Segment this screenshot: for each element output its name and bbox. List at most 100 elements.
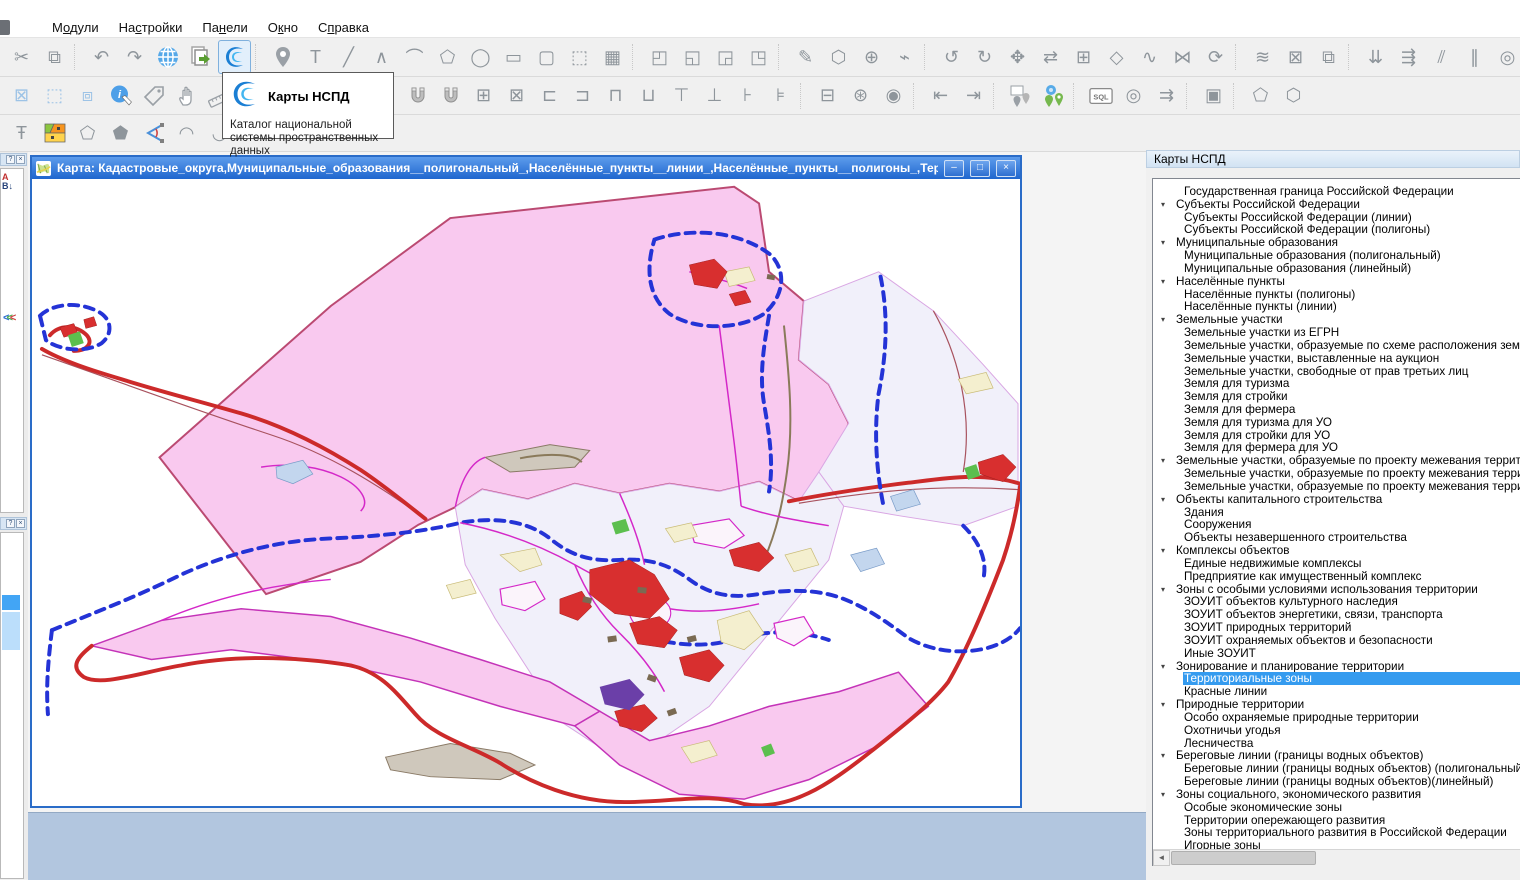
tree-item[interactable]: Охотничьи угодья [1153, 724, 1520, 737]
menu-настройки[interactable]: Настройки [109, 19, 193, 36]
copy-icon[interactable]: ⧉ [39, 41, 70, 73]
tree-item[interactable]: Территории опережающего развития [1153, 814, 1520, 827]
tree-horizontal-scrollbar[interactable]: ◄ [1153, 849, 1520, 866]
tree-item[interactable]: ЗОУИТ объектов энергетики, связи, трансп… [1153, 608, 1520, 621]
tree-expand-arrow[interactable]: ▾ [1161, 662, 1175, 671]
paste-geometry-icon[interactable]: ⇊ [1360, 41, 1391, 73]
maximize-button[interactable]: □ [970, 160, 990, 177]
globe-icon[interactable] [152, 41, 183, 73]
edit-pencil-icon[interactable]: ✎ [790, 41, 821, 73]
align-left-icon[interactable]: ⊏ [534, 80, 565, 112]
tree-item[interactable]: Территориальные зоны [1153, 672, 1520, 685]
sql-icon[interactable]: SQL [1085, 80, 1116, 112]
geotags-gray-icon[interactable] [1005, 80, 1036, 112]
move-object-icon[interactable]: ✥ [1002, 41, 1033, 73]
redo-icon[interactable]: ↷ [119, 41, 150, 73]
tree-item[interactable]: ▾Земельные участки, образуемые по проект… [1153, 454, 1520, 467]
text-vertical-icon[interactable]: Ŧ [6, 117, 37, 149]
tree-item[interactable]: Земельные участки, образуемые по проекту… [1153, 480, 1520, 493]
add-polyline-icon[interactable]: ∧ [366, 41, 397, 73]
grid-remove-icon[interactable]: ⊠ [501, 80, 532, 112]
grid-add-icon[interactable]: ⊞ [468, 80, 499, 112]
tree-item[interactable]: Особо охраняемые природные территории [1153, 711, 1520, 724]
tree-item[interactable]: Единые недвижимые комплексы [1153, 557, 1520, 570]
rows-delete-icon[interactable]: ⇥ [958, 80, 989, 112]
menu-окно[interactable]: Окно [258, 19, 308, 36]
tree-item[interactable]: Береговые линии (границы водных объектов… [1153, 762, 1520, 775]
menu-модули[interactable]: Модули [42, 19, 109, 36]
arrange-icon[interactable]: ⊧ [765, 80, 796, 112]
dock-highlight-rows[interactable] [2, 612, 20, 650]
tree-expand-arrow[interactable]: ▾ [1161, 585, 1175, 594]
polygon-style-icon[interactable]: ◲ [710, 41, 741, 73]
tree-item[interactable]: ▾Объекты капитального строительства [1153, 493, 1520, 506]
dock-help-button[interactable]: ? [6, 155, 15, 164]
tree-item[interactable]: Земельные участки, свободные от прав тре… [1153, 365, 1520, 378]
tree-item[interactable]: Сооружения [1153, 519, 1520, 532]
tree-item[interactable]: ЗОУИТ природных территорий [1153, 621, 1520, 634]
grid-magnet-icon[interactable] [402, 80, 433, 112]
scroll-left-arrow[interactable]: ◄ [1153, 850, 1170, 866]
tree-item[interactable]: ▾Земельные участки [1153, 313, 1520, 326]
tree-item[interactable]: Иные ЗОУИТ [1153, 647, 1520, 660]
minimize-button[interactable]: – [944, 160, 964, 177]
undo-icon[interactable]: ↶ [86, 41, 117, 73]
tree-item[interactable]: Береговые линии (границы водных объектов… [1153, 775, 1520, 788]
align-top-icon[interactable]: ⊤ [666, 80, 697, 112]
tree-item[interactable]: ▾Зоны социального, экономического развит… [1153, 788, 1520, 801]
dock-list-bottom[interactable] [0, 532, 24, 879]
smooth-curve-icon[interactable]: ∿ [1134, 41, 1165, 73]
tree-item[interactable]: Государственная граница Российской Федер… [1153, 185, 1520, 198]
polygon-node-icon[interactable]: ⬟ [105, 117, 136, 149]
add-rounded-rectangle-icon[interactable]: ▢ [531, 41, 562, 73]
tree-item[interactable]: Населённые пункты (линии) [1153, 300, 1520, 313]
align-right-icon[interactable]: ⊐ [567, 80, 598, 112]
add-polygon-icon[interactable]: ⬠ [432, 41, 463, 73]
tree-item[interactable]: Земельные участки, образуемые по схеме р… [1153, 339, 1520, 352]
menu-панели[interactable]: Панели [192, 19, 257, 36]
link-icon[interactable]: ⌁ [889, 41, 920, 73]
mirror-diagonal-icon[interactable]: ⫽ [1426, 41, 1457, 73]
angle-icon[interactable] [138, 117, 169, 149]
add-table-icon[interactable]: ▦ [597, 41, 628, 73]
zoom-table-icon[interactable]: ◎ [1118, 80, 1149, 112]
flip-icon[interactable]: ⇄ [1035, 41, 1066, 73]
rotate-selection-icon[interactable]: ⟳ [1200, 41, 1231, 73]
add-text-icon[interactable]: T [300, 41, 331, 73]
tree-expand-arrow[interactable]: ▾ [1161, 315, 1175, 324]
edit-nodes-icon[interactable]: ⬡ [823, 41, 854, 73]
cut-icon[interactable]: ✂ [6, 41, 37, 73]
tree-item[interactable]: ▾Комплексы объектов [1153, 544, 1520, 557]
paste-features-icon[interactable] [185, 41, 216, 73]
add-line-icon[interactable]: ╱ [333, 41, 364, 73]
align-hcenter-icon[interactable]: ⊓ [600, 80, 631, 112]
tree-item[interactable]: Земля для фермера [1153, 403, 1520, 416]
tree-expand-arrow[interactable]: ▾ [1161, 700, 1175, 709]
add-arc-icon[interactable]: ⌒ [399, 41, 430, 73]
zoom-frame-icon[interactable]: ◉ [878, 80, 909, 112]
clip-delete-icon[interactable]: ⊠ [1280, 41, 1311, 73]
arc-up-icon[interactable]: ◠ [171, 117, 202, 149]
add-part-icon[interactable]: ⊞ [1068, 41, 1099, 73]
text-style-icon[interactable]: ◳ [743, 41, 774, 73]
scroll-thumb[interactable] [1171, 851, 1316, 865]
mosaic-icon[interactable] [39, 117, 70, 149]
tree-item[interactable]: Объекты незавершенного строительства [1153, 531, 1520, 544]
tree-item[interactable]: Земля для стройки для УО [1153, 429, 1520, 442]
db-sync-icon[interactable]: ⊛ [845, 80, 876, 112]
tree-item[interactable]: ▾Зонирование и планирование территории [1153, 660, 1520, 673]
distribute-icon[interactable]: ⊔ [633, 80, 664, 112]
line-style-icon[interactable]: ◱ [677, 41, 708, 73]
align-bottom-icon[interactable]: ⊥ [699, 80, 730, 112]
tree-item[interactable]: Земля для туризма [1153, 377, 1520, 390]
dock2-close-button[interactable]: × [16, 519, 25, 528]
select-multi-icon[interactable]: ⧈ [72, 80, 103, 112]
polygon-outline-icon[interactable]: ⬠ [72, 117, 103, 149]
tree-item[interactable]: Субъекты Российской Федерации (полигоны) [1153, 223, 1520, 236]
tree-expand-arrow[interactable]: ▾ [1161, 277, 1175, 286]
add-ellipse-icon[interactable]: ◯ [465, 41, 496, 73]
dock-close-button[interactable]: × [16, 155, 25, 164]
tree-item[interactable]: Красные линии [1153, 685, 1520, 698]
menu-справка[interactable]: Справка [308, 19, 379, 36]
image-frame-icon[interactable]: ▣ [1198, 80, 1229, 112]
